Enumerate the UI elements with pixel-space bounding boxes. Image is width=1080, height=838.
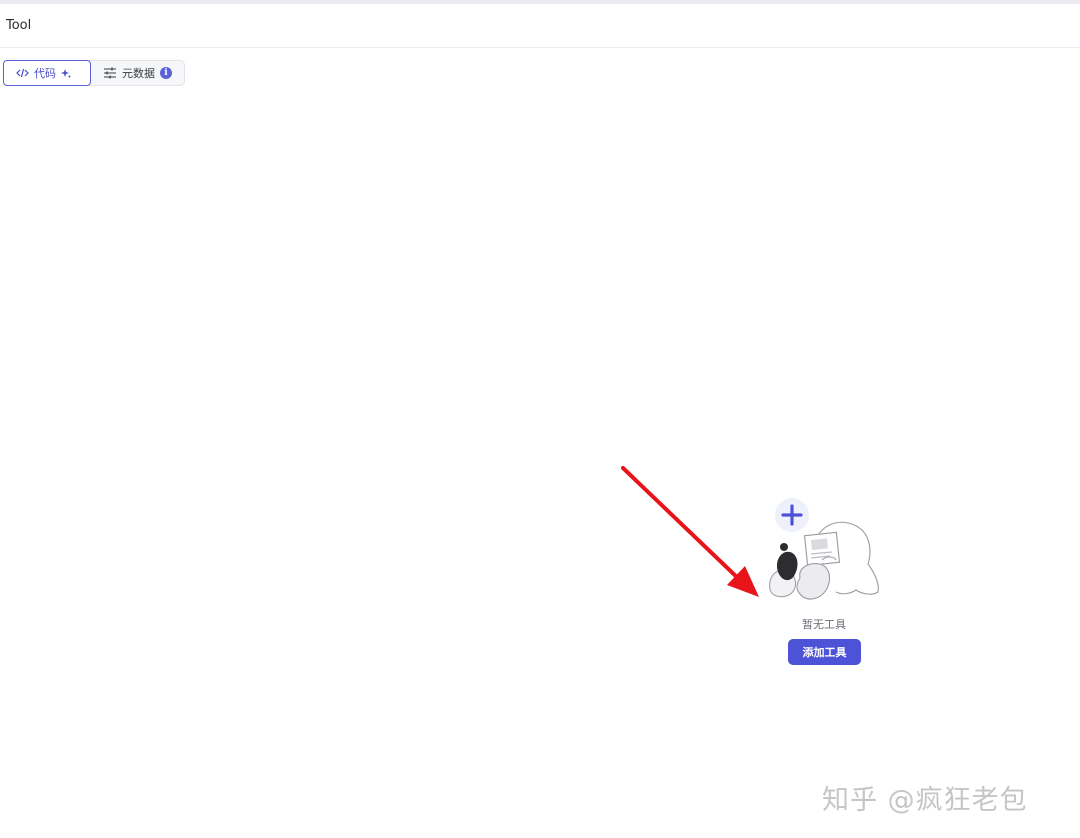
tab-code-label: 代码	[34, 67, 56, 80]
tab-metadata[interactable]: 元数据 i	[91, 61, 184, 85]
code-icon	[16, 68, 29, 78]
tab-bar: 代码 元数据 i	[3, 60, 185, 86]
sliders-icon	[103, 67, 117, 79]
page-header: Tool	[0, 4, 1080, 48]
empty-state-illustration	[764, 494, 884, 606]
info-icon[interactable]: i	[160, 67, 172, 79]
add-tool-button[interactable]: 添加工具	[788, 639, 861, 665]
tab-metadata-label: 元数据	[122, 67, 155, 80]
tab-code[interactable]: 代码	[3, 60, 91, 86]
empty-state-message: 暂无工具	[802, 618, 846, 631]
sparkle-icon	[61, 68, 71, 78]
annotation-arrow	[621, 466, 759, 597]
watermark: 知乎 @疯狂老包	[822, 785, 1028, 816]
page-title: Tool	[6, 18, 32, 33]
